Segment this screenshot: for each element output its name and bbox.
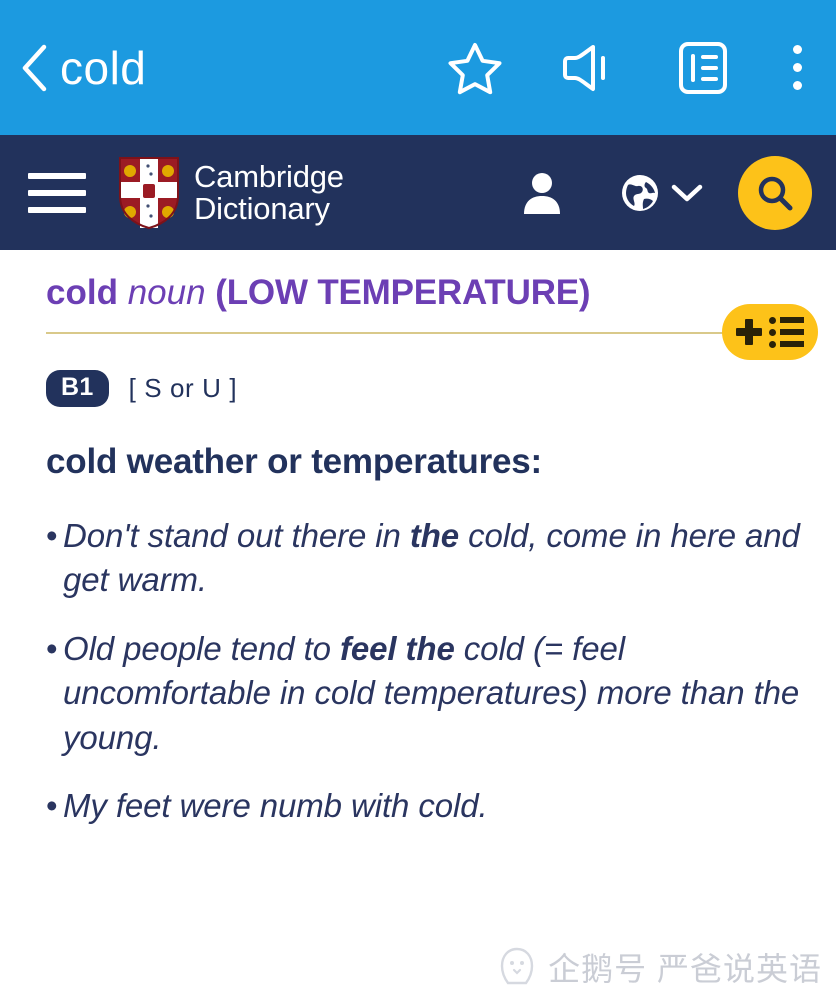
cambridge-crest-icon	[119, 156, 179, 229]
part-of-speech: noun	[127, 273, 206, 312]
language-dropdown-button[interactable]	[670, 182, 704, 204]
example-item: • My feet were numb with cold.	[46, 784, 804, 829]
brand-text: Cambridge Dictionary	[194, 161, 344, 224]
search-icon	[758, 176, 793, 210]
example-bullet: •	[46, 787, 58, 825]
person-icon	[524, 172, 560, 214]
speaker-icon	[563, 44, 605, 91]
menu-button[interactable]	[28, 172, 86, 213]
example-item: • Don't stand out there in the cold, com…	[46, 514, 804, 603]
more-options-button[interactable]	[780, 37, 814, 99]
example-text: My feet were numb with cold.	[63, 787, 488, 825]
globe-icon	[622, 174, 658, 211]
example-item: • Old people tend to feel the cold (= fe…	[46, 627, 804, 761]
brand-logo[interactable]: Cambridge Dictionary	[118, 156, 344, 230]
example-bullet: •	[46, 516, 58, 554]
plus-icon	[736, 319, 762, 345]
definition-text: cold weather or temperatures:	[46, 442, 543, 481]
list-icon	[769, 316, 804, 348]
app-bar-title: cold	[60, 41, 147, 94]
example-text: Old people tend to feel the cold (= feel…	[63, 629, 800, 756]
watermark: 企鹅号 严爸说英语	[496, 944, 822, 990]
entry-divider-row	[46, 304, 818, 360]
example-bullet: •	[46, 629, 58, 667]
app-bar: cold	[0, 0, 836, 135]
examples-list: • Don't stand out there in the cold, com…	[46, 514, 804, 829]
hamburger-icon-bar	[28, 189, 86, 196]
add-to-wordlist-button[interactable]	[722, 304, 818, 360]
favorite-button[interactable]	[444, 37, 506, 99]
grammar-label: [ S or U ]	[128, 373, 238, 403]
site-header: Cambridge Dictionary	[0, 135, 836, 250]
guide-word: (LOW TEMPERATURE)	[215, 273, 591, 312]
kebab-dot	[792, 63, 802, 72]
dictionary-entry: cold noun (LOW TEMPERATURE) B1 [ S or U …	[0, 250, 836, 829]
pronounce-button[interactable]	[558, 37, 620, 99]
example-text: Don't stand out there in the cold, come …	[63, 516, 800, 599]
brand-line-1: Cambridge	[194, 158, 344, 194]
penguin-logo-icon	[500, 947, 534, 985]
hamburger-icon-bar	[28, 172, 86, 179]
cefr-level-badge: B1	[46, 370, 109, 407]
language-button[interactable]	[620, 173, 660, 213]
watermark-text: 企鹅号 严爸说英语	[548, 951, 822, 987]
search-button[interactable]	[738, 155, 812, 230]
entry-headword-line: cold noun (LOW TEMPERATURE)	[46, 250, 804, 314]
chevron-down-icon	[671, 184, 703, 201]
kebab-dot	[792, 45, 802, 54]
headword: cold	[46, 273, 118, 312]
hamburger-icon-bar	[28, 206, 86, 213]
more-vertical-icon	[792, 45, 802, 90]
article-icon	[679, 41, 727, 94]
chevron-left-icon	[22, 44, 47, 91]
back-button[interactable]	[14, 37, 58, 99]
article-view-button[interactable]	[672, 37, 734, 99]
kebab-dot	[792, 81, 802, 90]
sense-header: B1 [ S or U ]	[46, 370, 804, 407]
star-icon	[448, 42, 502, 94]
entry-divider	[46, 332, 804, 334]
account-button[interactable]	[520, 170, 564, 216]
brand-line-2: Dictionary	[194, 190, 330, 226]
